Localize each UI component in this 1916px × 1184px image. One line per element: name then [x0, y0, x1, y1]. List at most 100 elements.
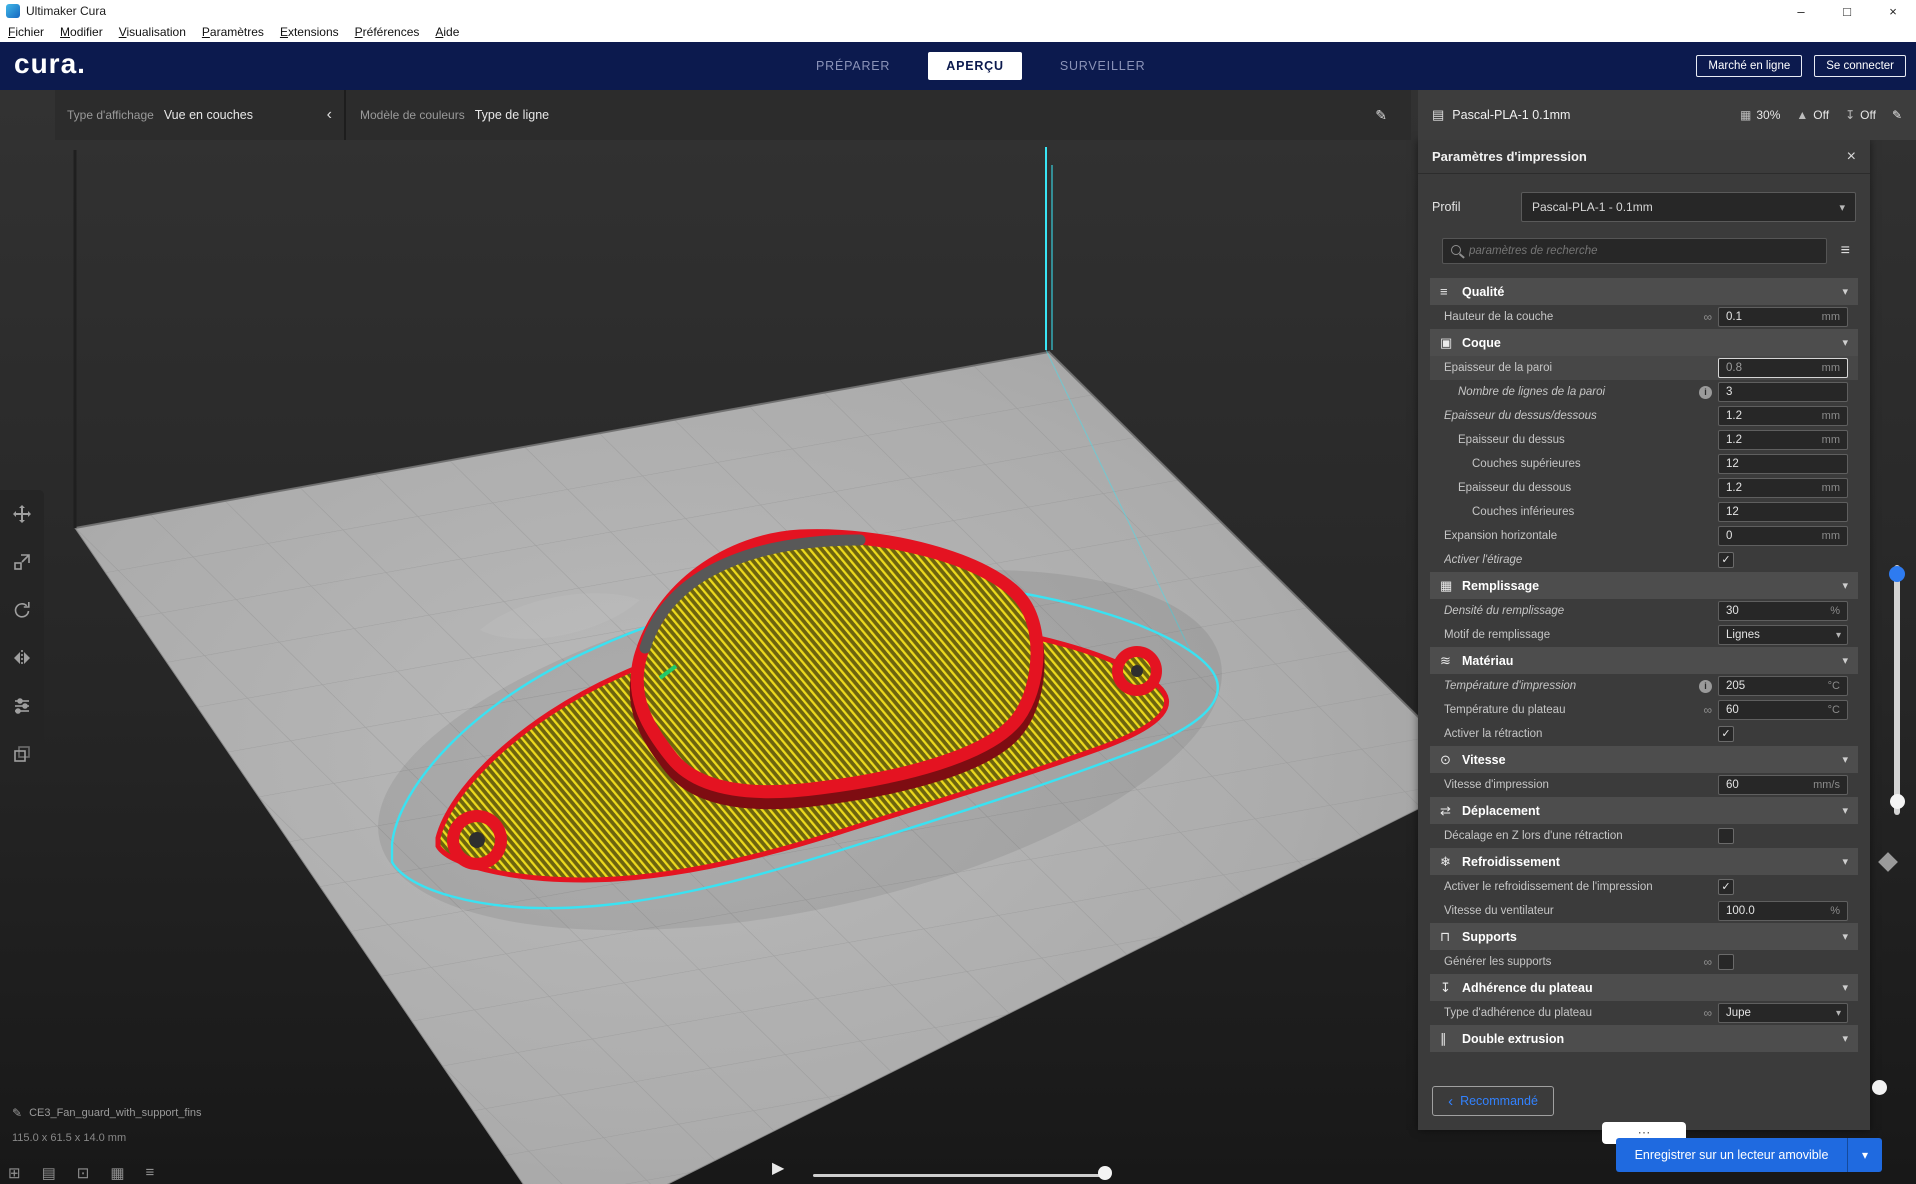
setting-row[interactable]: Couches inférieures 12: [1430, 500, 1858, 524]
section-speed[interactable]: ⊙ Vitesse ▾: [1430, 746, 1858, 773]
edit-pencil-icon[interactable]: ✎: [1892, 108, 1902, 122]
value-input[interactable]: 60 mm/s: [1718, 775, 1848, 795]
section-travel[interactable]: ⇄ Déplacement ▾: [1430, 797, 1858, 824]
value-input[interactable]: 30%: [1718, 601, 1848, 621]
value-input[interactable]: 0 mm: [1718, 526, 1848, 546]
close-button[interactable]: ×: [1870, 0, 1916, 22]
profile-dropdown[interactable]: Pascal-PLA-1 - 0.1mm ▾: [1521, 192, 1856, 222]
per-model-settings-button[interactable]: [0, 682, 44, 730]
setting-row[interactable]: Épaisseur du dessus 1.2 mm: [1430, 428, 1858, 452]
section-cooling[interactable]: ❄ Refroidissement ▾: [1430, 848, 1858, 875]
recommended-mode-button[interactable]: ‹ Recommandé: [1432, 1086, 1554, 1116]
value-input[interactable]: 1.2 mm: [1718, 406, 1848, 426]
mirror-tool-button[interactable]: [0, 634, 44, 682]
tab-surveiller[interactable]: SURVEILLER: [1056, 52, 1150, 80]
setting-row[interactable]: Décalage en Z lors d'une rétraction: [1430, 824, 1858, 848]
setting-row[interactable]: Densité du remplissage 30%: [1430, 599, 1858, 623]
value-input[interactable]: 12: [1718, 502, 1848, 522]
view-icon-1[interactable]: ⊞: [8, 1164, 21, 1182]
setting-row[interactable]: Vitesse du ventilateur 100.0%: [1430, 899, 1858, 923]
checkbox[interactable]: [1718, 954, 1734, 970]
setting-row[interactable]: Activer le refroidissement de l'impressi…: [1430, 875, 1858, 899]
profile-label: Profil: [1432, 200, 1461, 214]
section-material[interactable]: ≋ Matériau ▾: [1430, 647, 1858, 674]
search-input[interactable]: [1442, 238, 1827, 264]
chevron-left-icon[interactable]: ‹: [327, 106, 332, 124]
setting-row[interactable]: Générer les supports ∞: [1430, 950, 1858, 974]
menu-aide[interactable]: Aide: [427, 25, 467, 39]
tab-aperçu[interactable]: APERÇU: [928, 52, 1022, 80]
setting-row[interactable]: Activer la rétraction ✓: [1430, 722, 1858, 746]
view-icon-4[interactable]: ▦: [110, 1164, 124, 1182]
value-input[interactable]: 205 °C: [1718, 676, 1848, 696]
setting-row[interactable]: Hauteur de la couche ∞ 0.1 mm: [1430, 305, 1858, 329]
value-input[interactable]: 100.0%: [1718, 901, 1848, 921]
save-to-removable-button[interactable]: Enregistrer sur un lecteur amovible ▾: [1616, 1138, 1882, 1172]
setting-row[interactable]: Type d'adhérence du plateau ∞ Jupe ▾: [1430, 1001, 1858, 1025]
section-adhesion[interactable]: ↧ Adhérence du plateau ▾: [1430, 974, 1858, 1001]
menu-fichier[interactable]: Fichier: [0, 25, 52, 39]
settings-menu-icon[interactable]: ≡: [1841, 242, 1850, 260]
value-input[interactable]: 60 °C: [1718, 700, 1848, 720]
menu-préférences[interactable]: Préférences: [347, 25, 428, 39]
view-icon-3[interactable]: ⊡: [77, 1164, 90, 1182]
section-infill[interactable]: ▦ Remplissage ▾: [1430, 572, 1858, 599]
setting-row[interactable]: Couches supérieures 12: [1430, 452, 1858, 476]
dropdown[interactable]: Jupe ▾: [1718, 1003, 1848, 1023]
value-input[interactable]: 3: [1718, 382, 1848, 402]
layer-slider[interactable]: [1894, 565, 1900, 815]
setting-row[interactable]: Épaisseur de la paroi 0.8 mm: [1430, 356, 1858, 380]
rotate-tool-button[interactable]: [0, 586, 44, 634]
checkbox[interactable]: [1718, 828, 1734, 844]
setting-row[interactable]: Nombre de lignes de la paroi i 3: [1430, 380, 1858, 404]
menu-paramètres[interactable]: Paramètres: [194, 25, 272, 39]
display-type-selector[interactable]: Type d'affichage Vue en couches ‹: [55, 90, 346, 140]
setting-row[interactable]: Expansion horizontale 0 mm: [1430, 524, 1858, 548]
signin-button[interactable]: Se connecter: [1814, 55, 1906, 77]
section-dual[interactable]: ∥ Double extrusion ▾: [1430, 1025, 1858, 1052]
minimize-button[interactable]: –: [1778, 0, 1824, 22]
move-tool-button[interactable]: [0, 490, 44, 538]
scale-tool-button[interactable]: [0, 538, 44, 586]
value-input[interactable]: 0.8 mm: [1718, 358, 1848, 378]
section-support[interactable]: ⊓ Supports ▾: [1430, 923, 1858, 950]
value-input[interactable]: 1.2 mm: [1718, 430, 1848, 450]
setting-row[interactable]: Température du plateau ∞ 60 °C: [1430, 698, 1858, 722]
section-quality[interactable]: ≡ Qualité ▾: [1430, 278, 1858, 305]
view-icon-5[interactable]: ≡: [146, 1164, 155, 1182]
marketplace-button[interactable]: Marché en ligne: [1696, 55, 1803, 77]
menu-modifier[interactable]: Modifier: [52, 25, 111, 39]
scrubber-handle[interactable]: [1098, 1166, 1112, 1180]
value-input[interactable]: 0.1 mm: [1718, 307, 1848, 327]
edit-pencil-icon[interactable]: ✎: [1375, 107, 1387, 124]
setting-row[interactable]: Activer l'étirage ✓: [1430, 548, 1858, 572]
layer-slider-bottom-handle[interactable]: [1890, 794, 1905, 809]
setting-row[interactable]: Motif de remplissage Lignes ▾: [1430, 623, 1858, 647]
menu-visualisation[interactable]: Visualisation: [111, 25, 194, 39]
checkbox[interactable]: ✓: [1718, 879, 1734, 895]
maximize-button[interactable]: □: [1824, 0, 1870, 22]
section-shell[interactable]: ▣ Coque ▾: [1430, 329, 1858, 356]
close-icon[interactable]: ×: [1847, 148, 1856, 166]
value-input[interactable]: 1.2 mm: [1718, 478, 1848, 498]
view-icon-2[interactable]: ▤: [42, 1164, 56, 1182]
setting-row[interactable]: Température d'impression i 205 °C: [1430, 674, 1858, 698]
setting-row[interactable]: Épaisseur du dessus/dessous 1.2 mm: [1430, 404, 1858, 428]
tab-préparer[interactable]: PRÉPARER: [812, 52, 894, 80]
simulation-play-button[interactable]: ▶: [772, 1158, 784, 1178]
chevron-down-icon[interactable]: ▾: [1847, 1138, 1882, 1172]
setting-row[interactable]: Épaisseur du dessous 1.2 mm: [1430, 476, 1858, 500]
support-blocker-button[interactable]: [0, 730, 44, 778]
dropdown[interactable]: Lignes ▾: [1718, 625, 1848, 645]
value-input[interactable]: 12: [1718, 454, 1848, 474]
chevron-down-icon: ▾: [1842, 337, 1848, 349]
setting-row[interactable]: Vitesse d'impression 60 mm/s: [1430, 773, 1858, 797]
layer-slider-top-handle[interactable]: [1889, 566, 1905, 582]
rename-pencil-icon[interactable]: ✎: [12, 1106, 22, 1120]
menu-extensions[interactable]: Extensions: [272, 25, 347, 39]
checkbox[interactable]: ✓: [1718, 726, 1734, 742]
checkbox[interactable]: ✓: [1718, 552, 1734, 568]
print-setup-bar[interactable]: ▤ Pascal-PLA-1 0.1mm ▦ 30% ▲ Off ↧ Off ✎: [1418, 90, 1916, 140]
simulation-scrubber[interactable]: [813, 1174, 1109, 1177]
color-scheme-selector[interactable]: Modèle de couleurs Type de ligne ✎: [346, 90, 1411, 140]
